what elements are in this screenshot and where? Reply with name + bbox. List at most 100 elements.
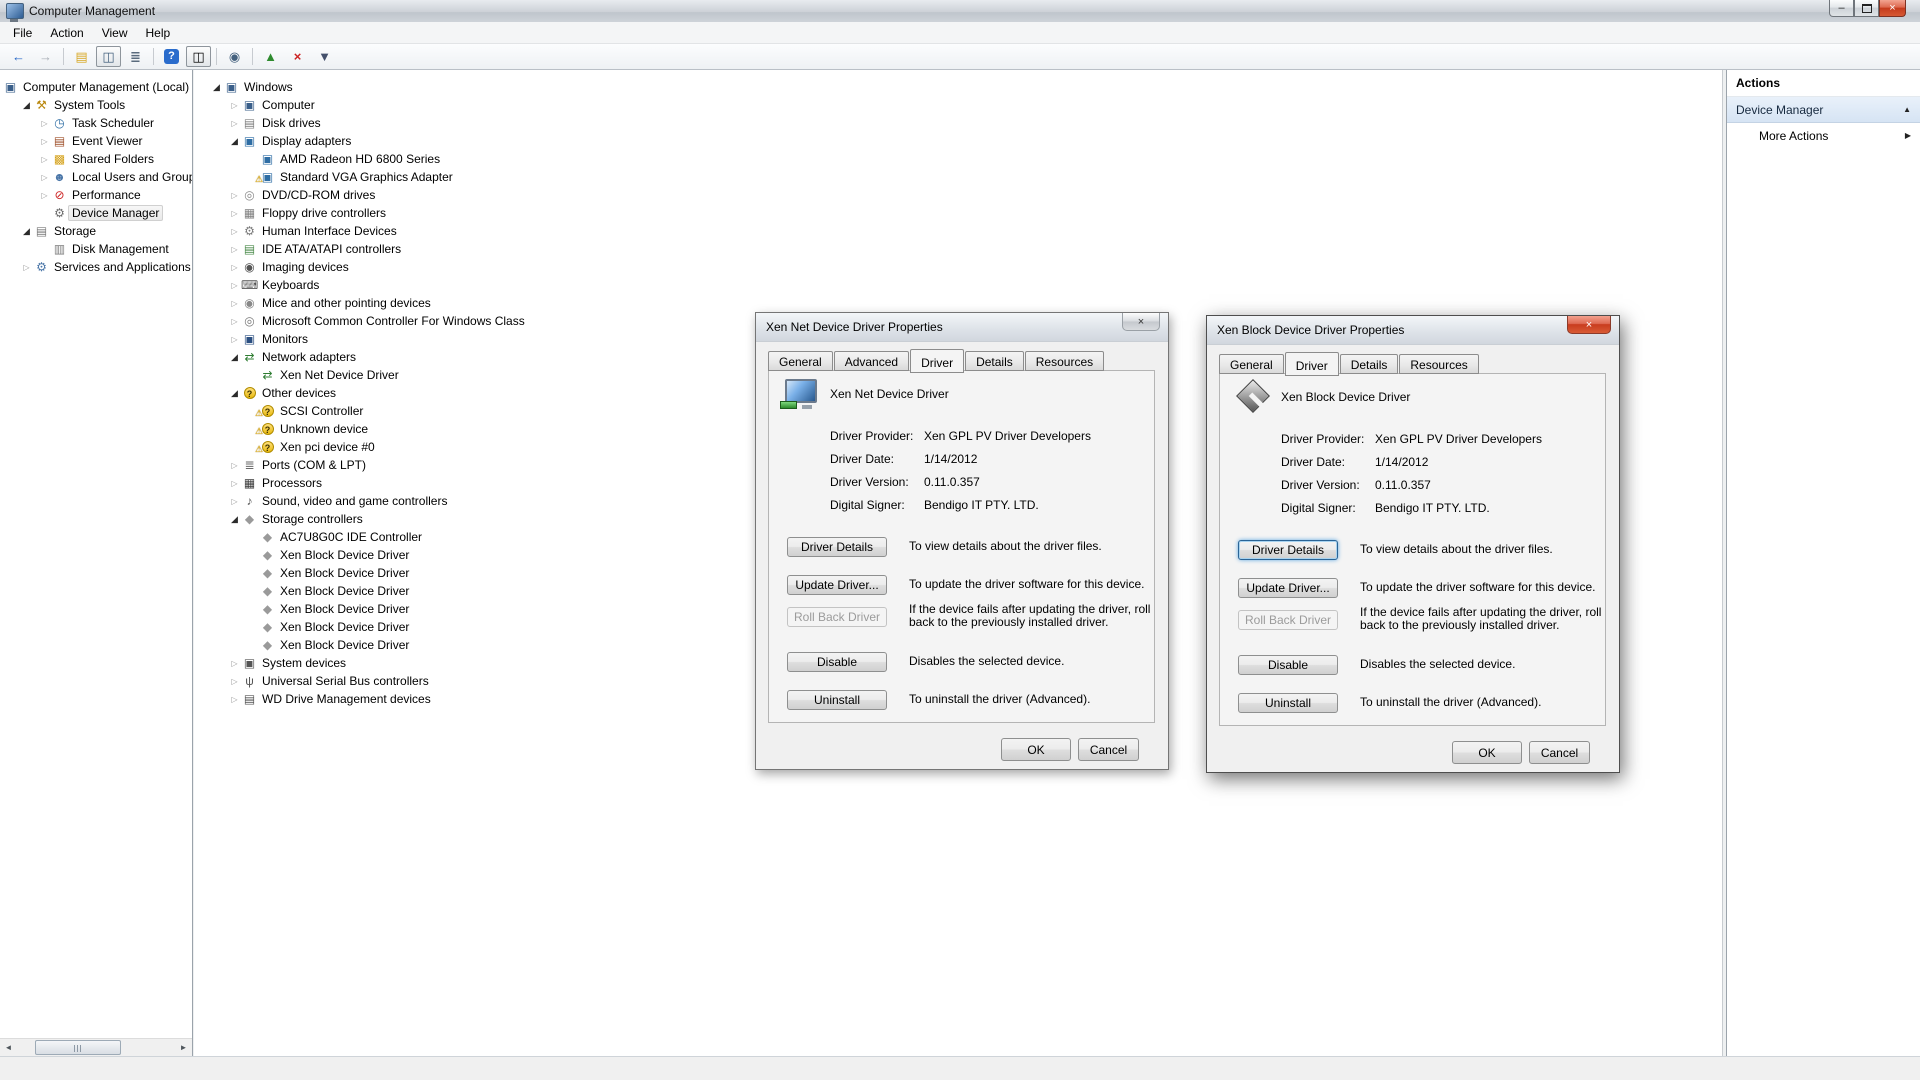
- tab-advanced[interactable]: Advanced: [834, 351, 909, 371]
- forward-button[interactable]: →: [33, 46, 58, 67]
- expand-expander-icon[interactable]: ▷: [38, 119, 51, 128]
- expand-expander-icon[interactable]: ▷: [228, 191, 241, 200]
- tree-item-amd-radeon-hd-6800-series[interactable]: ▣AMD Radeon HD 6800 Series: [194, 150, 1722, 168]
- tree-item-ide-ata-atapi-controllers[interactable]: ▷▤IDE ATA/ATAPI controllers: [194, 240, 1722, 258]
- ok-button[interactable]: OK: [1452, 741, 1522, 764]
- expand-expander-icon[interactable]: ▷: [228, 299, 241, 308]
- expand-expander-icon[interactable]: ▷: [38, 173, 51, 182]
- tab-general[interactable]: General: [1219, 354, 1284, 374]
- collapse-expander-icon[interactable]: ◢: [20, 100, 33, 111]
- scrollbar-track[interactable]: [17, 1040, 175, 1055]
- expand-expander-icon[interactable]: ▷: [228, 497, 241, 506]
- ok-button[interactable]: OK: [1001, 738, 1071, 761]
- collapse-expander-icon[interactable]: ◢: [228, 352, 241, 363]
- menu-action[interactable]: Action: [41, 23, 92, 43]
- show-console-tree-button[interactable]: ◫: [96, 46, 121, 67]
- tab-details[interactable]: Details: [1340, 354, 1399, 374]
- tab-driver[interactable]: Driver: [910, 349, 964, 373]
- tree-item-task-scheduler[interactable]: ▷◷Task Scheduler: [0, 114, 192, 132]
- expand-expander-icon[interactable]: ▷: [228, 101, 241, 110]
- dialog-close-button[interactable]: ×: [1122, 313, 1160, 331]
- expand-expander-icon[interactable]: ▷: [228, 461, 241, 470]
- cancel-button[interactable]: Cancel: [1078, 738, 1139, 761]
- tree-item-performance[interactable]: ▷⊘Performance: [0, 186, 192, 204]
- expand-expander-icon[interactable]: ▷: [228, 659, 241, 668]
- help-button[interactable]: ?: [159, 46, 184, 67]
- tree-item-local-users-and-groups[interactable]: ▷☻Local Users and Groups: [0, 168, 192, 186]
- scroll-left-arrow[interactable]: ◄: [0, 1040, 17, 1055]
- roll-back-driver-button[interactable]: Roll Back Driver: [787, 607, 887, 627]
- actions-group-device-manager[interactable]: Device Manager ▲: [1727, 97, 1920, 123]
- expand-expander-icon[interactable]: ▷: [38, 191, 51, 200]
- dialog-titlebar[interactable]: Xen Block Device Driver Properties×: [1207, 316, 1619, 345]
- properties-button[interactable]: ≣: [123, 46, 148, 67]
- maximize-button[interactable]: [1854, 0, 1879, 17]
- expand-expander-icon[interactable]: ▷: [228, 227, 241, 236]
- tree-item-floppy-drive-controllers[interactable]: ▷▦Floppy drive controllers: [194, 204, 1722, 222]
- update-driver-button[interactable]: Update Driver...: [1238, 578, 1338, 598]
- update-driver-button[interactable]: ▲: [258, 46, 283, 67]
- expand-expander-icon[interactable]: ▷: [228, 479, 241, 488]
- tree-item-mice-and-other-pointing-devices[interactable]: ▷◉Mice and other pointing devices: [194, 294, 1722, 312]
- tree-item-human-interface-devices[interactable]: ▷⚙Human Interface Devices: [194, 222, 1722, 240]
- expand-expander-icon[interactable]: ▷: [20, 263, 33, 272]
- more-actions-item[interactable]: More Actions ▶: [1727, 123, 1920, 148]
- tree-item-keyboards[interactable]: ▷⌨Keyboards: [194, 276, 1722, 294]
- tree-item-display-adapters[interactable]: ◢▣Display adapters: [194, 132, 1722, 150]
- dialog-titlebar[interactable]: Xen Net Device Driver Properties×: [756, 313, 1168, 342]
- tree-item-disk-drives[interactable]: ▷▤Disk drives: [194, 114, 1722, 132]
- tab-driver[interactable]: Driver: [1285, 352, 1339, 376]
- uninstall-button[interactable]: Uninstall: [787, 690, 887, 710]
- scroll-right-arrow[interactable]: ►: [175, 1040, 192, 1055]
- cancel-button[interactable]: Cancel: [1529, 741, 1590, 764]
- collapse-expander-icon[interactable]: ◢: [228, 388, 241, 399]
- menu-view[interactable]: View: [93, 23, 137, 43]
- disable-button[interactable]: Disable: [787, 652, 887, 672]
- tab-resources[interactable]: Resources: [1025, 351, 1104, 371]
- expand-expander-icon[interactable]: ▷: [228, 119, 241, 128]
- tree-item-imaging-devices[interactable]: ▷◉Imaging devices: [194, 258, 1722, 276]
- tree-item-windows[interactable]: ◢▣Windows: [194, 78, 1722, 96]
- tree-item-disk-management[interactable]: ▥Disk Management: [0, 240, 192, 258]
- back-button[interactable]: ←: [6, 46, 31, 67]
- tree-item-computer[interactable]: ▷▣Computer: [194, 96, 1722, 114]
- scan-hardware-button[interactable]: ◉: [222, 46, 247, 67]
- tab-general[interactable]: General: [768, 351, 833, 371]
- menu-help[interactable]: Help: [137, 23, 180, 43]
- disable-button[interactable]: Disable: [1238, 655, 1338, 675]
- expand-expander-icon[interactable]: ▷: [228, 263, 241, 272]
- uninstall-button[interactable]: Uninstall: [1238, 693, 1338, 713]
- expand-expander-icon[interactable]: ▷: [228, 677, 241, 686]
- window-titlebar[interactable]: Computer Management – ×: [0, 0, 1920, 23]
- driver-details-button[interactable]: Driver Details: [787, 537, 887, 557]
- close-button[interactable]: ×: [1879, 0, 1906, 17]
- tree-item-standard-vga-graphics-adapter[interactable]: ▣⚠Standard VGA Graphics Adapter: [194, 168, 1722, 186]
- collapse-expander-icon[interactable]: ◢: [228, 136, 241, 147]
- collapse-expander-icon[interactable]: ◢: [228, 514, 241, 525]
- update-driver-button[interactable]: Update Driver...: [787, 575, 887, 595]
- scrollbar-thumb[interactable]: [35, 1040, 121, 1055]
- horizontal-scrollbar[interactable]: ◄ ►: [0, 1038, 192, 1056]
- dialog-close-button[interactable]: ×: [1567, 316, 1611, 334]
- tree-item-storage[interactable]: ◢▤Storage: [0, 222, 192, 240]
- collapse-expander-icon[interactable]: ◢: [210, 82, 223, 93]
- tree-item-services-and-applications[interactable]: ▷⚙Services and Applications: [0, 258, 192, 276]
- menu-file[interactable]: File: [4, 23, 41, 43]
- up-one-level-button[interactable]: ▤: [69, 46, 94, 67]
- expand-expander-icon[interactable]: ▷: [38, 137, 51, 146]
- show-action-pane-button[interactable]: ◫: [186, 46, 211, 67]
- roll-back-driver-button[interactable]: Roll Back Driver: [1238, 610, 1338, 630]
- tree-item-computer-management-local[interactable]: ▣Computer Management (Local): [0, 78, 192, 96]
- expand-expander-icon[interactable]: ▷: [228, 317, 241, 326]
- expand-expander-icon[interactable]: ▷: [228, 281, 241, 290]
- tab-resources[interactable]: Resources: [1399, 354, 1478, 374]
- disable-device-button[interactable]: ▼: [312, 46, 337, 67]
- tree-item-device-manager[interactable]: ⚙Device Manager: [0, 204, 192, 222]
- expand-expander-icon[interactable]: ▷: [38, 155, 51, 164]
- tree-item-system-tools[interactable]: ◢⚒System Tools: [0, 96, 192, 114]
- driver-details-button[interactable]: Driver Details: [1238, 540, 1338, 560]
- expand-expander-icon[interactable]: ▷: [228, 335, 241, 344]
- uninstall-device-button[interactable]: ×: [285, 46, 310, 67]
- minimize-button[interactable]: –: [1829, 0, 1854, 17]
- tree-item-event-viewer[interactable]: ▷▤Event Viewer: [0, 132, 192, 150]
